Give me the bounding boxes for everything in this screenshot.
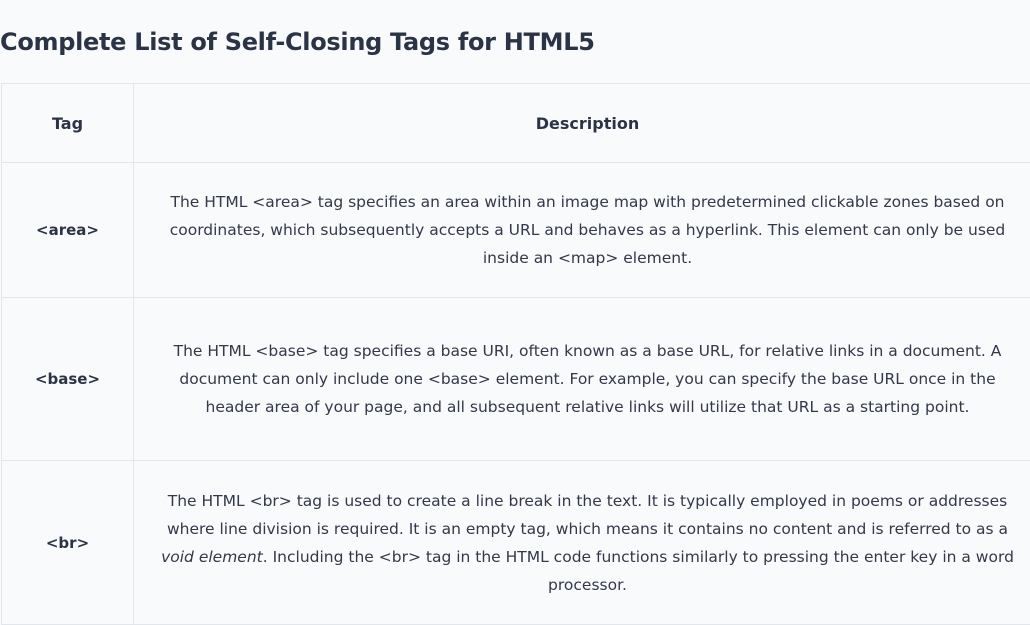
description-cell: The HTML <area> tag specifies an area wi… bbox=[133, 162, 1030, 298]
column-header-tag: Tag bbox=[1, 83, 134, 163]
description-text: The HTML <base> tag specifies a base URI… bbox=[173, 342, 1002, 416]
table-row: <base> The HTML <base> tag specifies a b… bbox=[1, 297, 1030, 461]
tag-cell: <br> bbox=[1, 460, 134, 625]
table-row: <area> The HTML <area> tag specifies an … bbox=[1, 162, 1030, 298]
column-header-description: Description bbox=[133, 83, 1030, 163]
description-cell: The HTML <br> tag is used to create a li… bbox=[133, 460, 1030, 625]
description-text: The HTML <area> tag specifies an area wi… bbox=[169, 193, 1006, 267]
page: Complete List of Self-Closing Tags for H… bbox=[0, 0, 1030, 625]
tag-cell: <area> bbox=[1, 162, 134, 298]
table-header-row: Tag Description bbox=[1, 83, 1030, 163]
tag-cell: <base> bbox=[1, 297, 134, 461]
description-text-part: . Including the <br> tag in the HTML cod… bbox=[262, 547, 1014, 594]
void-element-term: void element bbox=[161, 547, 263, 566]
description-cell: The HTML <base> tag specifies a base URI… bbox=[133, 297, 1030, 461]
page-title: Complete List of Self-Closing Tags for H… bbox=[0, 28, 595, 56]
self-closing-tags-table: Tag Description <area> The HTML <area> t… bbox=[1, 83, 1030, 625]
table-row: <br> The HTML <br> tag is used to create… bbox=[1, 460, 1030, 625]
description-text: The HTML <br> tag is used to create a li… bbox=[160, 487, 1015, 599]
description-text-part: The HTML <br> tag is used to create a li… bbox=[166, 491, 1009, 538]
